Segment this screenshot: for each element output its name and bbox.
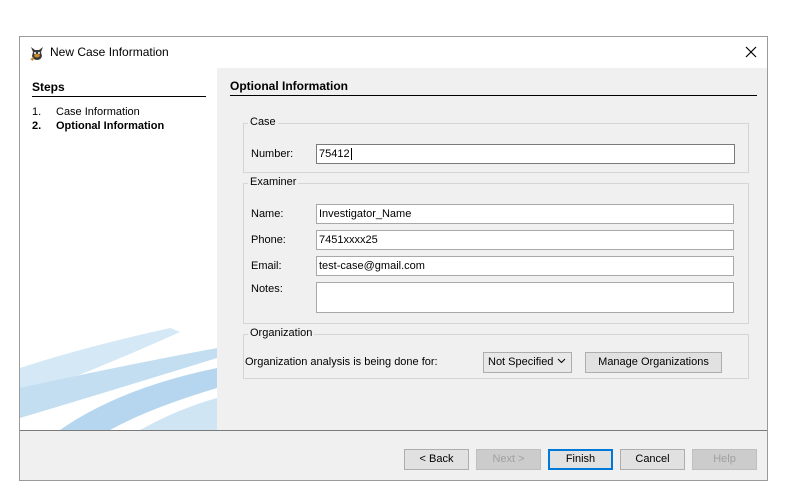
examiner-group-label: Examiner [248, 176, 299, 188]
organization-prompt: Organization analysis is being done for: [245, 356, 438, 368]
step-number: 2. [32, 120, 42, 132]
title-bar: New Case Information [20, 37, 767, 68]
next-button[interactable]: Next > [476, 449, 541, 470]
autopsy-dog-icon [28, 44, 46, 62]
case-group-label: Case [248, 116, 278, 128]
manage-organizations-button[interactable]: Manage Organizations [585, 352, 722, 373]
footer-divider [20, 430, 767, 431]
new-case-dialog: New Case Information Steps 1. Case Inform… [19, 36, 768, 481]
step-label: Optional Information [56, 120, 165, 132]
close-button[interactable] [735, 37, 767, 68]
number-label: Number: [251, 148, 294, 160]
step-label: Case Information [56, 106, 140, 118]
case-number-input[interactable]: 75412 [316, 144, 735, 164]
examiner-phone-input[interactable]: 7451xxxx25 [316, 230, 734, 250]
chevron-down-icon [557, 356, 566, 369]
notes-label: Notes: [251, 283, 283, 295]
help-button[interactable]: Help [692, 449, 757, 470]
decorative-swoosh [20, 328, 217, 430]
name-label: Name: [251, 208, 284, 220]
case-number-value: 75412 [319, 148, 350, 160]
examiner-email-input[interactable]: test-case@gmail.com [316, 256, 734, 276]
cancel-button[interactable]: Cancel [620, 449, 685, 470]
organization-select[interactable]: Not Specified [483, 352, 572, 373]
text-caret [350, 148, 352, 160]
email-label: Email: [251, 260, 282, 272]
section-title: Optional Information [230, 79, 757, 96]
examiner-group: Examiner Name: Investigator_Name Phone: … [243, 176, 749, 324]
window-title: New Case Information [50, 45, 169, 59]
step-optional-information: 2. Optional Information [32, 120, 164, 132]
case-group: Case Number: 75412 [243, 116, 749, 173]
finish-button[interactable]: Finish [548, 449, 613, 470]
organization-selected-value: Not Specified [488, 356, 554, 368]
organization-group-label: Organization [248, 327, 315, 339]
phone-label: Phone: [251, 234, 286, 246]
steps-sidebar: Steps 1. Case Information 2. Optional Info… [20, 68, 217, 430]
back-button[interactable]: < Back [404, 449, 469, 470]
examiner-name-input[interactable]: Investigator_Name [316, 204, 734, 224]
organization-group: Organization Organization analysis is be… [243, 327, 749, 379]
main-content: Optional Information Case Number: 75412 … [217, 68, 767, 430]
close-icon [745, 42, 757, 63]
step-case-information: 1. Case Information [32, 106, 140, 118]
examiner-notes-input[interactable] [316, 282, 734, 313]
step-number: 1. [32, 106, 42, 118]
steps-title: Steps [32, 80, 206, 97]
